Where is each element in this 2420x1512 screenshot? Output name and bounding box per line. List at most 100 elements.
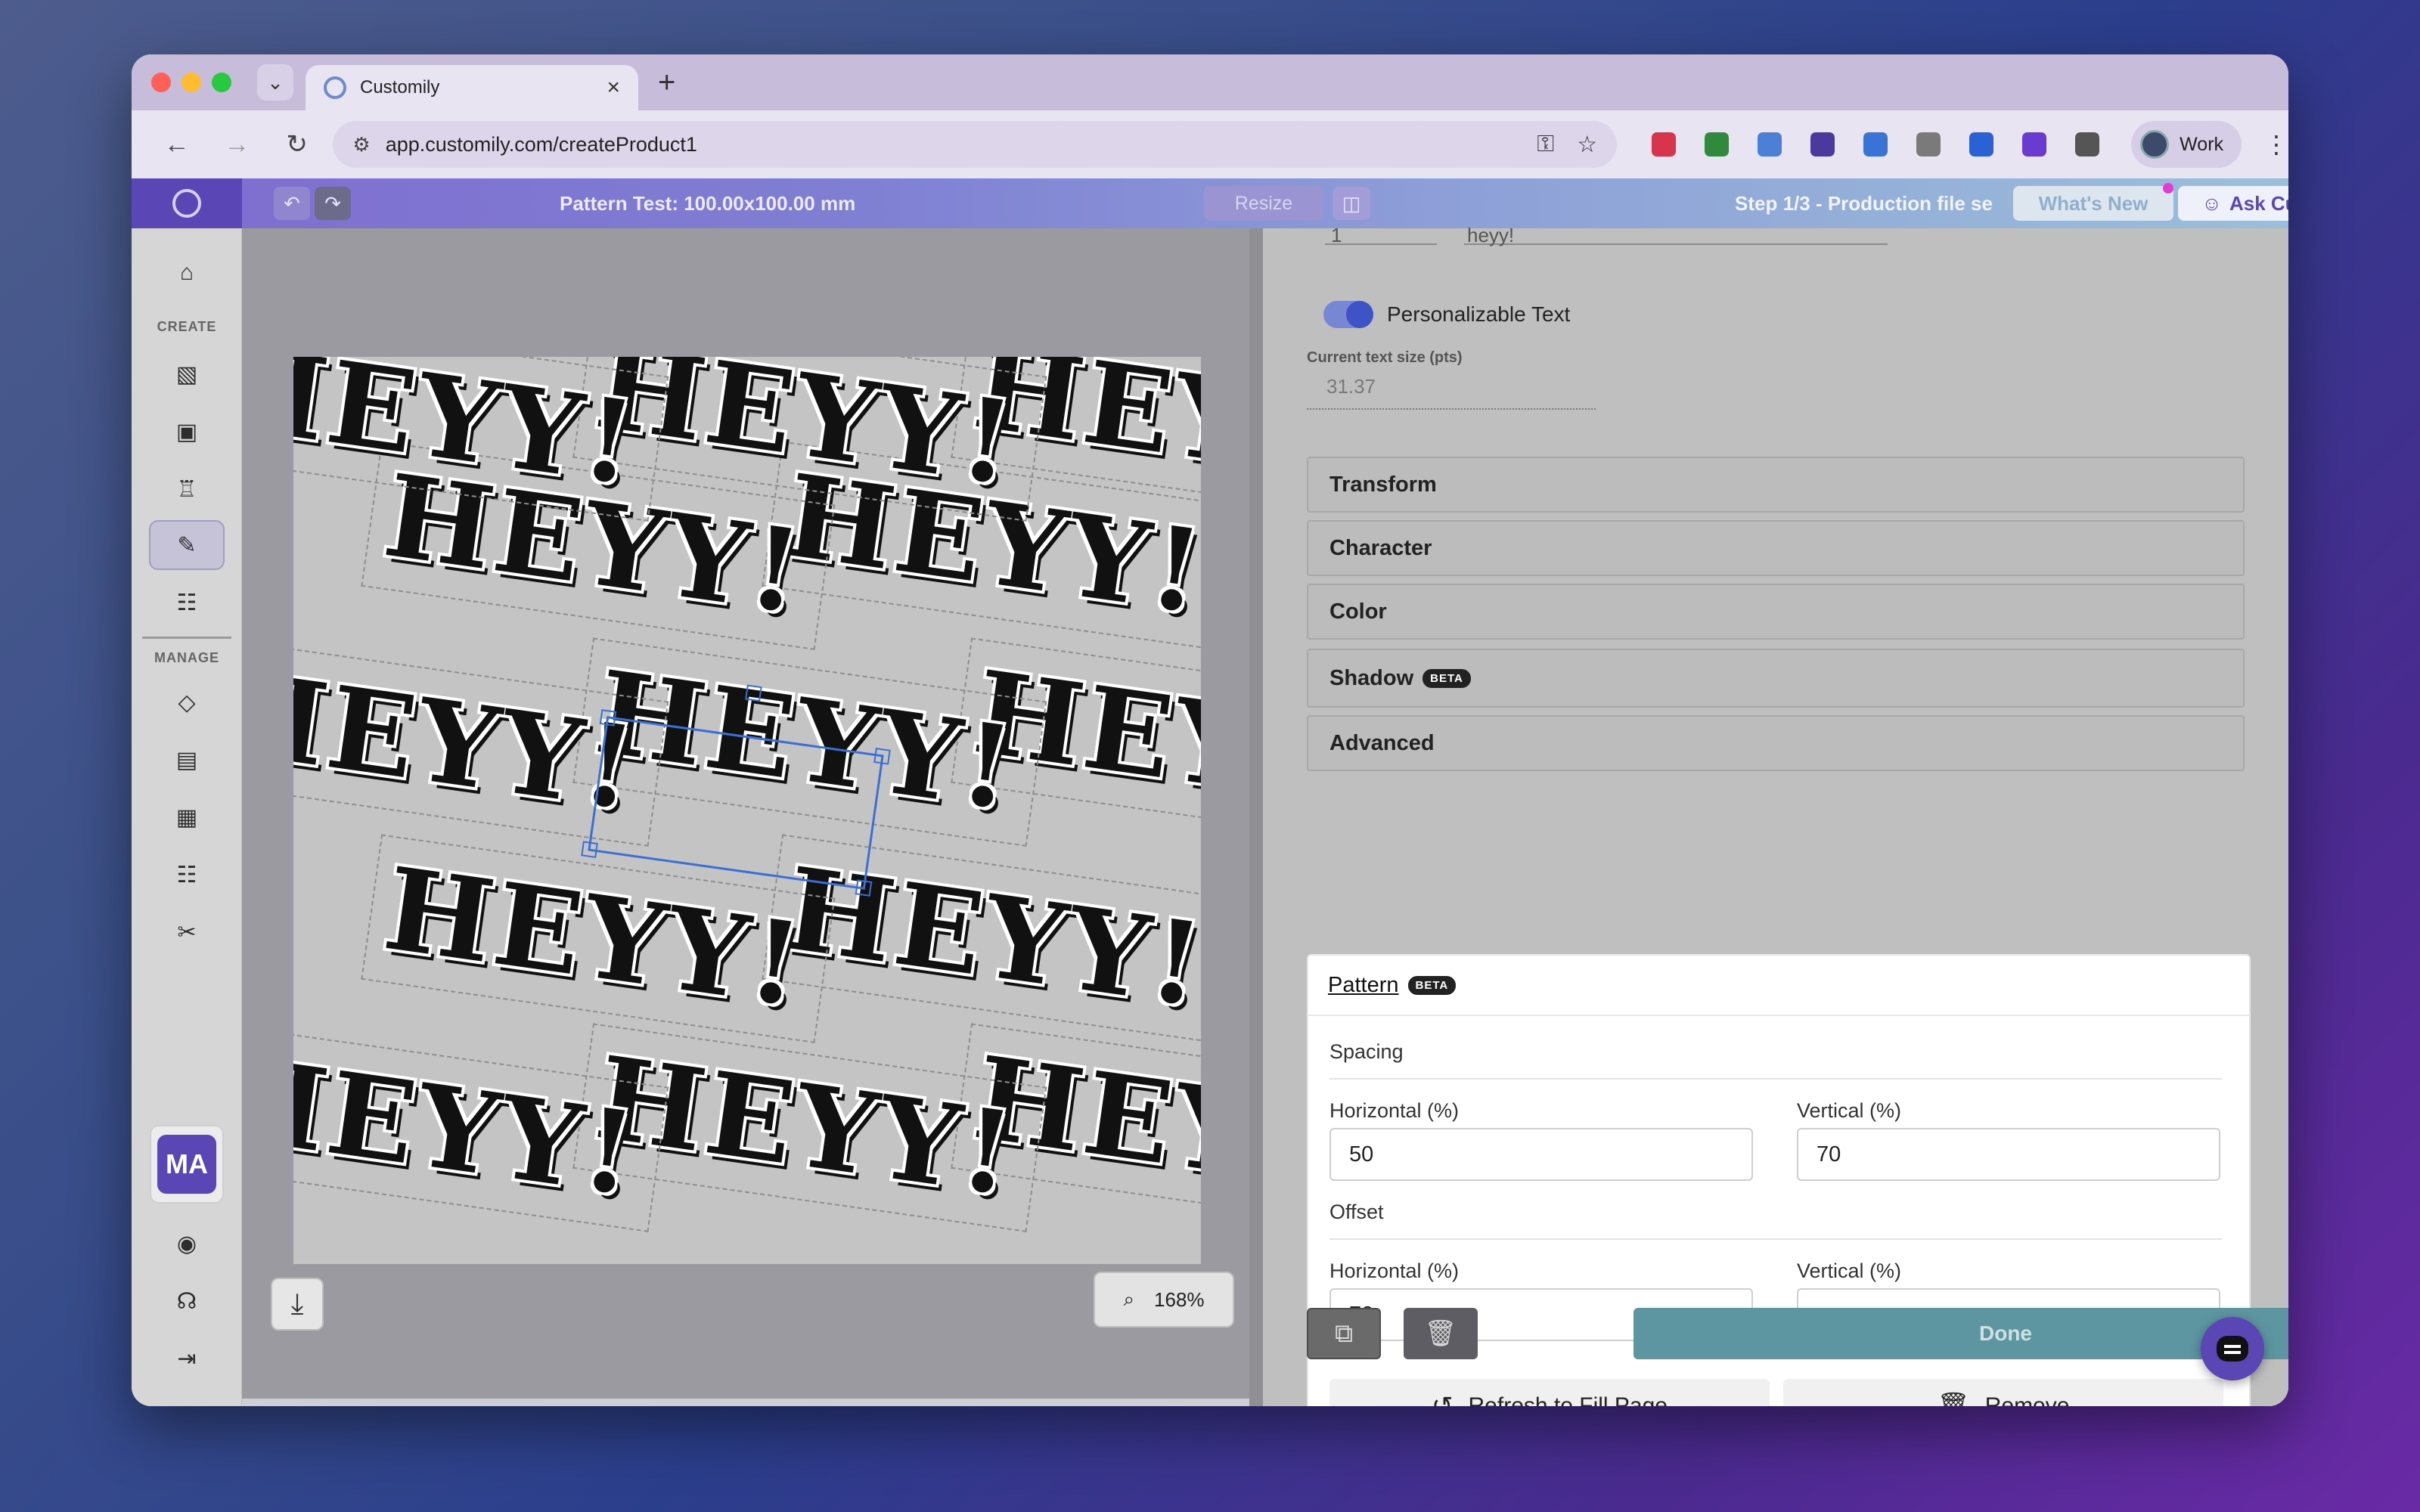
personalizable-toggle[interactable]: [1323, 301, 1373, 328]
section-shadow[interactable]: Shadow BETA: [1307, 649, 2245, 708]
download-icon: ⤓: [290, 1287, 304, 1320]
url-text[interactable]: app.customily.com/createProduct1: [386, 133, 1515, 156]
zoom-icon: ⌕: [1123, 1287, 1135, 1310]
duplicate-button[interactable]: ⧉: [1307, 1308, 1381, 1359]
ext-camera-icon[interactable]: [1916, 132, 1941, 156]
undo-icon: ↶: [284, 191, 300, 215]
browser-menu-icon[interactable]: ⋮: [2264, 130, 2288, 159]
section-character[interactable]: Character: [1307, 520, 2245, 576]
done-button[interactable]: Done: [1634, 1308, 2288, 1359]
download-button[interactable]: ⤓: [271, 1278, 324, 1331]
ask-customily-label: Ask Customily: [2229, 191, 2288, 215]
close-tab-icon[interactable]: ×: [607, 75, 620, 101]
spacing-vertical-label: Vertical (%): [1797, 1099, 1902, 1122]
profile-label: Work: [2180, 133, 2224, 155]
resize-handle[interactable]: [855, 879, 873, 897]
sidebar-item-logout[interactable]: ⇥: [149, 1334, 225, 1383]
sidebar-item-support[interactable]: ☊: [149, 1276, 225, 1326]
offset-horizontal-label: Horizontal (%): [1329, 1259, 1460, 1282]
text-value: heyy!: [1467, 224, 1515, 246]
document-icon: ▤: [175, 747, 198, 773]
spacing-vertical-input[interactable]: [1797, 1128, 2220, 1181]
panel-splitter[interactable]: [1249, 228, 1263, 1406]
address-bar[interactable]: ⚙ app.customily.com/createProduct1 ⚿ ☆: [333, 121, 1618, 168]
sidebar-item-manage-list[interactable]: ☷: [149, 850, 225, 900]
resize-handle[interactable]: [599, 709, 617, 727]
resize-button[interactable]: Resize: [1204, 186, 1323, 221]
sidebar-item-account[interactable]: ◉: [149, 1219, 225, 1269]
section-color[interactable]: Color: [1307, 584, 2245, 640]
section-advanced[interactable]: Advanced: [1307, 715, 2245, 771]
ext-purple-icon[interactable]: [1810, 132, 1835, 156]
section-advanced-label: Advanced: [1329, 730, 1435, 755]
whats-new-button[interactable]: What's New: [2013, 186, 2173, 221]
reload-button[interactable]: ↻: [282, 129, 312, 160]
delete-layer-button[interactable]: 🗑: [1404, 1308, 1478, 1359]
ext-multicolor-icon[interactable]: [1705, 132, 1730, 156]
profile-button[interactable]: Work: [2131, 121, 2242, 168]
minimize-window-button[interactable]: [182, 73, 201, 92]
ext-red-icon[interactable]: [1652, 132, 1677, 156]
sidebar-item-home[interactable]: ⌂: [149, 248, 225, 298]
rotate-handle[interactable]: [745, 684, 762, 702]
section-color-label: Color: [1329, 599, 1387, 624]
browser-toolbar: ← → ↻ ⚙ app.customily.com/createProduct1…: [132, 110, 2288, 178]
text-value-field[interactable]: [1464, 243, 1888, 245]
user-avatar[interactable]: MA: [150, 1125, 224, 1204]
design-canvas[interactable]: HEYY! HEYY! HEYY! HEYY! HEYY! HEYY! HEYY! HEYY!…: [293, 357, 1201, 1264]
sidebar-item-create-design[interactable]: ▧: [149, 349, 225, 399]
remove-pattern-button[interactable]: 🗑 Remove: [1783, 1379, 2223, 1406]
ext-doc-icon[interactable]: [1863, 132, 1888, 156]
ext-v-icon[interactable]: [2022, 132, 2047, 156]
refresh-label: Refresh to Fill Page: [1468, 1393, 1668, 1406]
section-transform[interactable]: Transform: [1307, 457, 2245, 513]
refresh-to-fill-button[interactable]: ↺ Refresh to Fill Page: [1329, 1379, 1770, 1406]
pattern-header[interactable]: Pattern BETA: [1308, 956, 2249, 1016]
chat-support-button[interactable]: [2201, 1317, 2264, 1380]
back-button[interactable]: ←: [162, 130, 191, 160]
offset-label: Offset: [1329, 1201, 1384, 1223]
spacing-horizontal-input[interactable]: [1329, 1128, 1753, 1181]
sidebar-item-settings[interactable]: ✂: [149, 907, 225, 957]
canvas-scrollbar[interactable]: [242, 1399, 1249, 1406]
pattern-text-tile[interactable]: HEYY!: [293, 357, 669, 522]
headset-icon: ☊: [176, 1288, 197, 1314]
sidebar-item-create-pattern[interactable]: ✎: [149, 520, 225, 570]
store-icon: ▦: [175, 804, 198, 830]
tools-icon: ✂: [177, 919, 197, 945]
profile-avatar: [2140, 130, 2170, 159]
sidebar-item-tags[interactable]: ◇: [149, 677, 225, 727]
bookmark-star-icon[interactable]: ☆: [1577, 132, 1597, 158]
redo-button[interactable]: ↷: [315, 187, 351, 220]
ext-puzzle-icon[interactable]: [2075, 132, 2100, 156]
tools-icon: ✎: [177, 532, 197, 558]
close-window-button[interactable]: [151, 73, 171, 92]
sidebar-item-documents[interactable]: ▤: [149, 735, 225, 785]
tab-search-button[interactable]: ⌄: [257, 64, 293, 101]
site-info-icon[interactable]: ⚙: [352, 133, 370, 156]
sidebar-item-create-product[interactable]: ▣: [149, 407, 225, 457]
offset-divider: [1329, 1238, 2222, 1240]
sidebar-divider: [142, 637, 231, 639]
sidebar-item-create-list[interactable]: ☷: [149, 578, 225, 627]
password-key-icon[interactable]: ⚿: [1537, 132, 1554, 157]
customily-logo[interactable]: [132, 178, 242, 228]
ext-customily-icon[interactable]: [1758, 132, 1782, 156]
new-tab-button[interactable]: +: [658, 66, 675, 100]
ask-customily-button[interactable]: ☺ Ask Customily: [2178, 186, 2288, 221]
forward-button[interactable]: →: [222, 130, 251, 160]
expand-canvas-button[interactable]: ◫: [1333, 187, 1370, 220]
undo-button[interactable]: ↶: [274, 187, 310, 220]
ext-blue-square-icon[interactable]: [1969, 132, 1994, 156]
resize-handle[interactable]: [873, 748, 891, 765]
zoom-control[interactable]: ⌕ 168%: [1094, 1272, 1234, 1328]
tab-customily[interactable]: Customily ×: [306, 65, 638, 110]
maximize-window-button[interactable]: [212, 73, 231, 92]
personalizable-label: Personalizable Text: [1387, 302, 1571, 326]
whats-new-label: What's New: [2038, 191, 2149, 215]
resize-handle[interactable]: [581, 841, 598, 858]
sidebar-item-create-apparel[interactable]: ♖: [149, 464, 225, 514]
sidebar-item-store[interactable]: ▦: [149, 792, 225, 842]
logo-icon: [172, 189, 201, 218]
brush-icon: ▣: [175, 419, 198, 445]
